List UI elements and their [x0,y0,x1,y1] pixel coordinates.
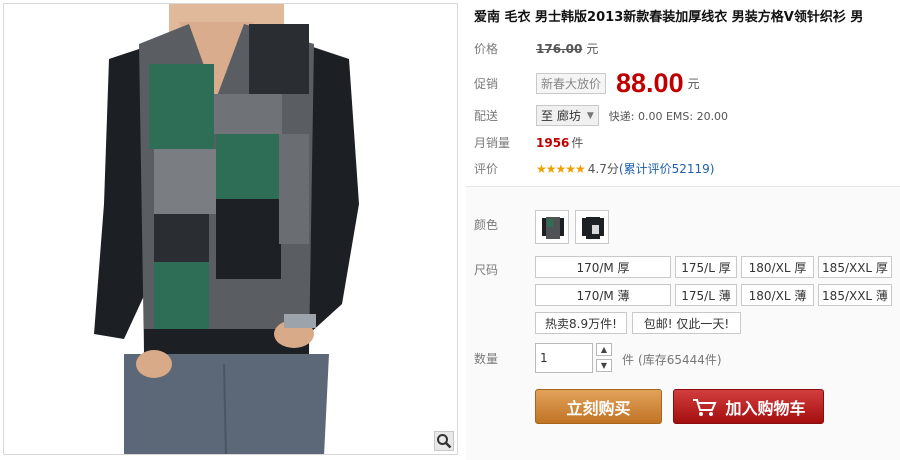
product-image-panel[interactable] [3,3,458,455]
promo-tag: 新春大放价 [536,73,607,94]
delivery-label: 配送 [474,109,499,123]
quantity-unit: 件 [622,353,635,367]
buy-now-button[interactable]: 立刻购买 [535,389,662,424]
add-to-cart-label: 加入购物车 [725,398,806,418]
magnifier-icon [437,434,452,449]
delivery-row: 配送 至 廊坊 ▼ 快递: 0.00 EMS: 20.00 [474,105,728,126]
sweater-thumbnail-green [542,217,564,239]
quantity-row: 数量 [474,350,536,367]
promo-price: 88.00 [616,68,684,98]
star-rating-icon: ★★★★★ [536,161,586,176]
stock-count: (库存65444件) [638,353,722,367]
color-row: 颜色 [474,216,536,233]
price-label: 价格 [474,42,499,56]
quantity-input[interactable] [535,343,593,373]
quantity-label: 数量 [474,352,499,366]
shipping-info: 快递: 0.00 EMS: 20.00 [608,109,729,123]
size-option[interactable]: 180/XL 厚 [741,256,814,278]
product-photo [94,4,359,454]
size-option-freeship[interactable]: 包邮! 仅此一天! [632,312,741,334]
sales-unit: 件 [571,136,584,150]
promo-label: 促销 [474,77,499,91]
price-row: 价格 176.00 元 [474,40,598,57]
chevron-up-icon: ▲ [600,345,608,354]
chevron-down-icon: ▼ [600,361,608,370]
buy-now-label: 立刻购买 [566,398,631,418]
size-option[interactable]: 170/M 厚 [535,256,671,278]
size-option[interactable]: 175/L 薄 [675,284,737,306]
cart-icon [693,398,718,416]
size-option[interactable]: 185/XXL 薄 [818,284,892,306]
size-option[interactable]: 180/XL 薄 [741,284,814,306]
size-option[interactable]: 185/XXL 厚 [818,256,892,278]
color-swatch-black[interactable] [575,210,609,244]
zoom-button[interactable] [434,431,454,451]
color-swatch-green[interactable] [535,210,569,244]
promo-unit: 元 [687,77,700,91]
product-title: 爱南 毛衣 男士韩版2013新款春装加厚线衣 男装方格V领针织衫 男 [474,10,864,25]
review-label: 评价 [474,162,499,176]
add-to-cart-button[interactable]: 加入购物车 [673,389,824,424]
chevron-down-icon: ▼ [586,110,594,121]
size-option-hot[interactable]: 热卖8.9万件! [535,312,627,334]
location-select[interactable]: 至 廊坊 ▼ [536,105,599,126]
size-option[interactable]: 170/M 薄 [535,284,671,306]
color-label: 颜色 [474,218,499,232]
size-row: 尺码 [474,261,536,278]
location-value: 至 廊坊 [541,109,581,123]
rating-score: 4.7分 [587,162,619,176]
sales-label: 月销量 [474,136,511,150]
size-label: 尺码 [474,263,499,277]
sales-row: 月销量 1956 件 [474,134,583,151]
original-price: 176.00 [536,41,583,56]
price-unit: 元 [586,42,599,56]
sales-count: 1956 [536,135,570,150]
review-count-link[interactable]: (累计评价52119) [619,160,715,177]
size-options: 170/M 厚 175/L 厚 180/XL 厚 185/XXL 厚 170/M… [535,256,892,306]
size-option[interactable]: 175/L 厚 [675,256,737,278]
promo-row: 促销 新春大放价 88.00 元 [474,68,700,99]
quantity-decrease-button[interactable]: ▼ [596,359,612,372]
sweater-thumbnail-black [582,217,604,239]
quantity-increase-button[interactable]: ▲ [596,343,612,356]
review-row: 评价 ★★★★★ 4.7分 (累计评价52119) [474,160,714,177]
stock-info: 件 (库存65444件) [622,351,722,368]
